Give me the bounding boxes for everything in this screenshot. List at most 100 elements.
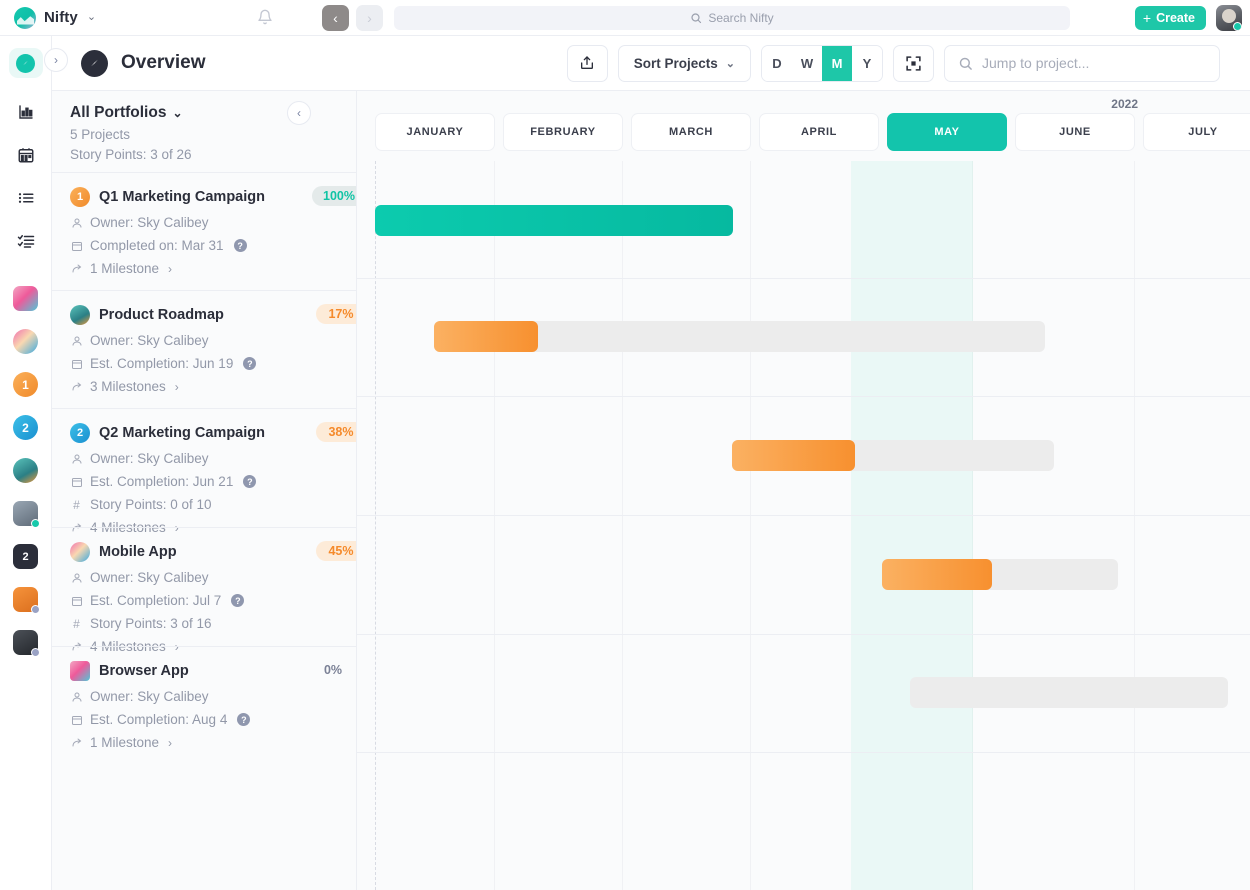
month-cell-june[interactable]: JUNE [1015, 113, 1135, 151]
project-title-line: Product Roadmap [70, 305, 356, 325]
project-date-text: Est. Completion: Jun 19 [90, 356, 233, 371]
global-search-placeholder: Search Nifty [708, 11, 773, 25]
project-count: 5 Projects [70, 127, 356, 142]
month-cell-january[interactable]: JANUARY [375, 113, 495, 151]
project-icon [70, 542, 90, 562]
compass-icon[interactable] [9, 48, 43, 78]
gantt-row-q1-marketing-campaign[interactable] [357, 161, 1250, 279]
chevron-down-icon[interactable]: ⌄ [87, 12, 96, 23]
person-icon [70, 691, 83, 703]
rail-active-app[interactable] [9, 36, 43, 90]
chevron-right-icon: › [168, 262, 172, 276]
project-owner-text: Owner: Sky Calibey [90, 451, 209, 466]
create-button-label: Create [1156, 11, 1195, 25]
overview-compass-icon [81, 50, 108, 77]
brand[interactable]: Nifty ⌄ [0, 7, 96, 29]
project-owner-text: Owner: Sky Calibey [90, 570, 209, 585]
rail-project-q2-campaign[interactable]: 2 [0, 406, 52, 449]
month-cell-february[interactable]: FEBRUARY [503, 113, 623, 151]
month-cell-may[interactable]: MAY [887, 113, 1007, 151]
project-progress-badge: 38% [316, 422, 357, 442]
project-owner-text: Owner: Sky Calibey [90, 689, 209, 704]
gantt-bar-fill [882, 559, 992, 590]
project-name: Q1 Marketing Campaign [99, 189, 265, 205]
gantt-bar-track [375, 205, 733, 236]
project-name: Mobile App [99, 544, 177, 560]
month-cell-march[interactable]: MARCH [631, 113, 751, 151]
global-search-input[interactable]: Search Nifty [394, 6, 1070, 30]
chevron-right-icon: › [168, 736, 172, 750]
fullscreen-button[interactable] [893, 45, 934, 82]
project-milestones[interactable]: 1 Milestone › [70, 735, 356, 750]
gantt-row-product-roadmap[interactable] [357, 279, 1250, 397]
top-bar: Nifty ⌄ ‹ › Search Nifty + Create [0, 0, 1250, 36]
create-button[interactable]: + Create [1135, 6, 1206, 30]
brand-name: Nifty [44, 9, 78, 26]
person-icon [70, 453, 83, 465]
help-icon[interactable]: ? [237, 713, 250, 726]
portfolio-selector[interactable]: All Portfolios ⌄ [70, 104, 356, 122]
gantt-row-q2-marketing-campaign[interactable] [357, 397, 1250, 516]
month-cell-july[interactable]: JULY [1143, 113, 1250, 151]
portfolio-story-points: Story Points: 3 of 26 [70, 147, 356, 162]
project-progress-badge: 45% [316, 541, 357, 561]
project-row[interactable]: Mobile App Owner: Sky Calibey Est. Compl… [52, 527, 356, 646]
project-milestones[interactable]: 1 Milestone › [70, 261, 356, 276]
user-avatar[interactable] [1216, 5, 1242, 31]
rail-project-browser-app[interactable] [0, 277, 52, 320]
project-list-panel: All Portfolios ⌄ 5 Projects Story Points… [52, 91, 357, 890]
bell-icon[interactable] [257, 9, 273, 30]
checklist-icon[interactable] [0, 219, 52, 262]
rail-member-avatar-2[interactable] [0, 578, 52, 621]
project-date: Completed on: Mar 31 ? [70, 238, 356, 253]
project-row[interactable]: Browser App Owner: Sky Calibey Est. Comp… [52, 646, 356, 764]
project-milestones-text: 1 Milestone [90, 261, 159, 276]
project-date-text: Completed on: Mar 31 [90, 238, 224, 253]
project-row[interactable]: 1 Q1 Marketing Campaign Owner: Sky Calib… [52, 172, 356, 290]
panel-collapse-button[interactable]: ‹ [287, 101, 311, 125]
project-row[interactable]: Product Roadmap Owner: Sky Calibey Est. … [52, 290, 356, 408]
calendar-icon [70, 240, 83, 252]
rail-project-mobile-app[interactable] [0, 320, 52, 363]
help-icon[interactable]: ? [234, 239, 247, 252]
rail-member-avatar-1[interactable] [0, 492, 52, 535]
zoom-level-m[interactable]: M [822, 46, 852, 81]
zoom-level-w[interactable]: W [792, 46, 822, 81]
rail-project-product-roadmap[interactable] [0, 449, 52, 492]
hash-icon: # [70, 617, 83, 631]
help-icon[interactable]: ? [243, 357, 256, 370]
jump-to-project-input[interactable]: Jump to project... [944, 45, 1220, 82]
project-milestones[interactable]: 3 Milestones › [70, 379, 356, 394]
sort-projects-label: Sort Projects [634, 56, 718, 71]
rail-expand-button[interactable]: › [44, 48, 68, 72]
zoom-level-d[interactable]: D [762, 46, 792, 81]
plus-icon: + [1143, 10, 1151, 26]
rail-project-q1-campaign[interactable]: 1 [0, 363, 52, 406]
share-button[interactable] [567, 45, 608, 82]
help-icon[interactable]: ? [231, 594, 244, 607]
month-cell-april[interactable]: APRIL [759, 113, 879, 151]
list-icon[interactable] [0, 176, 52, 219]
help-icon[interactable]: ? [243, 475, 256, 488]
rail-notification-count[interactable]: 2 [0, 535, 52, 578]
chart-bar-icon[interactable] [0, 90, 52, 133]
project-owner-text: Owner: Sky Calibey [90, 333, 209, 348]
zoom-level-y[interactable]: Y [852, 46, 882, 81]
search-icon [690, 12, 702, 24]
nav-forward-button[interactable]: › [356, 5, 383, 31]
project-name: Q2 Marketing Campaign [99, 425, 265, 441]
gantt-row-mobile-app[interactable] [357, 516, 1250, 635]
project-icon: 1 [70, 187, 90, 207]
hash-icon: # [70, 498, 83, 512]
calendar-icon[interactable] [0, 133, 52, 176]
project-row[interactable]: 2 Q2 Marketing Campaign Owner: Sky Calib… [52, 408, 356, 527]
calendar-icon [70, 476, 83, 488]
gantt-row-browser-app[interactable] [357, 635, 1250, 753]
search-icon [958, 56, 973, 71]
sort-projects-dropdown[interactable]: Sort Projects ⌄ [618, 45, 751, 82]
project-progress-badge: 100% [312, 186, 357, 206]
gantt-bar-track [434, 321, 1045, 352]
nav-back-button[interactable]: ‹ [322, 5, 349, 31]
rail-member-avatar-3[interactable] [0, 621, 52, 664]
share-icon [579, 55, 595, 71]
